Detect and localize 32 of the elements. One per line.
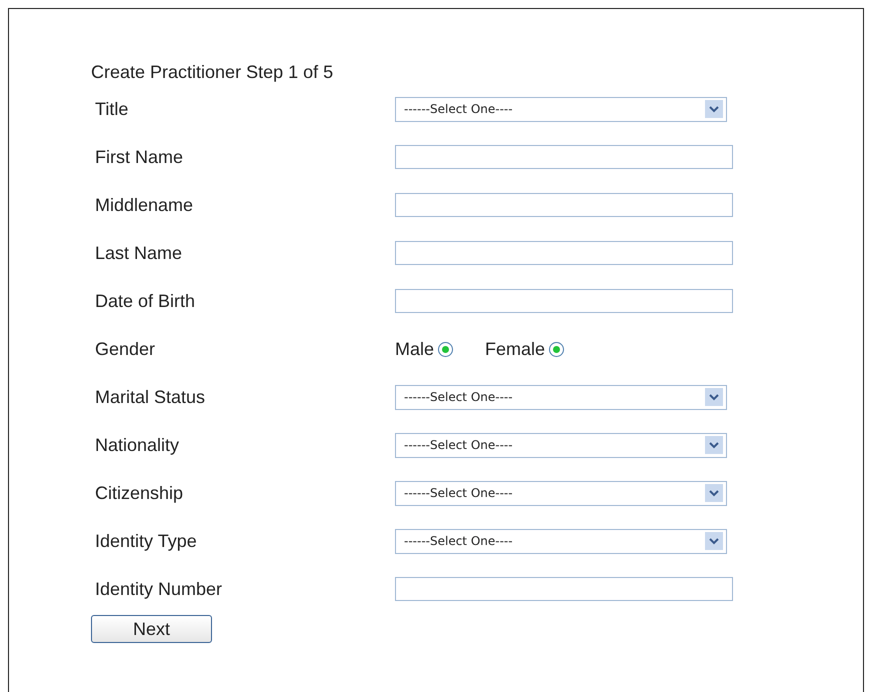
select-field[interactable]: ------Select One---- [395,96,727,122]
chevron-down-icon [705,100,723,118]
field-label: Date of Birth [94,290,196,312]
select-field[interactable]: ------Select One---- [395,528,727,554]
next-button[interactable]: Next [91,615,212,643]
text-field[interactable] [395,577,733,601]
chevron-down-icon [705,532,723,550]
radio-button[interactable] [549,342,564,356]
form-heading: Create Practitioner Step 1 of 5 [91,61,334,84]
option-label: Female [485,338,546,360]
option-label: Male [395,338,434,360]
field-label: Last Name [94,242,184,264]
field-label: Title [94,98,130,120]
chevron-down-icon [705,484,723,502]
select-field[interactable]: ------Select One---- [395,432,727,458]
text-field[interactable] [395,241,733,265]
select-field[interactable]: ------Select One---- [395,480,727,506]
field-label: Identity Number [94,578,224,601]
field-label: Nationality [94,434,180,457]
select-field[interactable]: ------Select One---- [395,384,727,410]
field-label: Gender [94,338,156,360]
radio-button[interactable] [438,342,454,356]
text-field[interactable] [395,145,733,169]
field-label: Marital Status [94,386,206,408]
chevron-down-icon [705,388,723,406]
text-field[interactable] [395,193,733,217]
field-label: First Name [94,146,184,168]
field-label: Identity Type [94,530,198,553]
field-label: Citizenship [94,482,184,505]
text-field[interactable] [395,289,733,313]
chevron-down-icon [705,436,723,454]
field-label: Middlename [94,194,194,216]
